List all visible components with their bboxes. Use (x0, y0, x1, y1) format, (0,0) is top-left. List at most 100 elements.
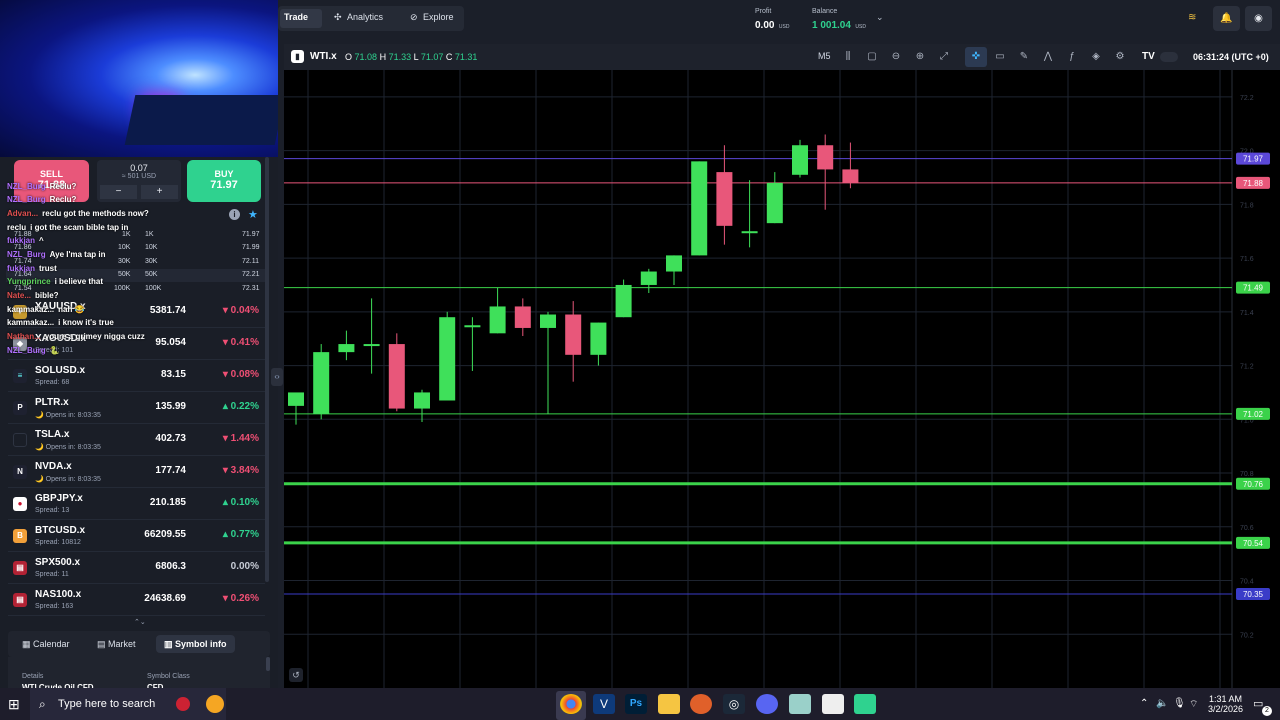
file-explorer-icon[interactable] (658, 694, 680, 714)
trading-app-icon[interactable] (854, 694, 876, 714)
symbol-change-value: 0.10% (230, 497, 259, 508)
symbol-row[interactable]: B BTCUSD.x Spread: 10812 66209.55 ▴ 0.77… (8, 520, 265, 552)
chat-text: nah 😂 (58, 305, 85, 314)
symbol-change-value: 0.22% (230, 401, 259, 412)
expand-list-icon[interactable]: ⌃⌄ (134, 618, 146, 626)
notifications-bell-icon[interactable]: 🔔 (1213, 6, 1240, 31)
price-chart[interactable]: 72.272.071.871.671.471.271.070.870.670.4… (284, 44, 1280, 688)
zoom-in-icon[interactable]: ⊕ (914, 51, 926, 63)
horizontal-line-icon[interactable]: ▭ (994, 51, 1006, 63)
photoshop-icon[interactable]: Ps (625, 694, 647, 714)
y-tick-label: 71.2 (1240, 364, 1254, 371)
profit-value: 0.00 (755, 20, 775, 31)
volume-icon[interactable]: 🔈 (1156, 698, 1168, 709)
chat-text: bible? (35, 291, 59, 300)
symbol-subtitle: Spread: 163 (35, 603, 74, 610)
zoom-out-icon[interactable]: ⊖ (890, 51, 902, 63)
calendar-icon: ▦ (22, 639, 34, 649)
candle-body (640, 271, 657, 285)
chart-area[interactable]: 72.2 72.0 71.8 71.6 71.4 71.2 71.0 70.8 70.6 70.4… (284, 44, 1280, 688)
candle-body (439, 317, 456, 401)
chat-user: Nathan... (7, 332, 41, 341)
candle-body (464, 325, 481, 328)
candle-body (666, 255, 682, 272)
balance-dropdown-icon[interactable]: ⌄ (876, 12, 884, 23)
tab-calendar[interactable]: ▦ Calendar (14, 635, 78, 653)
chrome-icon[interactable] (560, 694, 582, 714)
crosshair-box-icon[interactable]: ▢ (866, 51, 878, 63)
close-label: C (445, 52, 453, 62)
chat-text: trust (39, 264, 57, 273)
windows-start-icon[interactable]: ⊞ (8, 696, 20, 713)
vscode-icon[interactable]: V (593, 694, 615, 714)
chat-message: Nathan... youre a grimey nigga cuzz (7, 332, 145, 341)
symbol-change-value: 0.77% (230, 529, 259, 540)
tab-trade[interactable]: Trade (284, 12, 308, 22)
balance-box[interactable]: Balance 1 001.04 USD (812, 8, 866, 33)
profile-icon[interactable]: ◉ (1245, 6, 1272, 31)
symbol-subtitle: Spread: 10812 (35, 539, 81, 546)
profit-unit: USD (778, 24, 790, 30)
symbol-row[interactable]: ▤ NAS100.x Spread: 163 24638.69 ▾ 0.26% (8, 584, 265, 616)
symbol-price: 24638.69 (144, 593, 186, 604)
app-icon[interactable] (789, 694, 811, 714)
symbol-row[interactable]: P PLTR.x 🌙 Opens in: 8:03:35 135.99 ▴ 0.… (8, 392, 265, 424)
chart-symbol[interactable]: WTI.x (310, 51, 337, 62)
microphone-icon[interactable]: 🎙 (1173, 698, 1186, 709)
taskbar-search[interactable]: ⌕ Type here to search (30, 688, 226, 720)
chat-user: NZL_Burg (7, 250, 46, 259)
y-tick-label: 70.6 (1240, 525, 1254, 532)
symbol-price: 135.99 (155, 401, 186, 412)
discord-icon[interactable] (756, 694, 778, 714)
low-value: 71.07 (420, 52, 444, 62)
symbol-change: ▴ 0.77% (223, 529, 259, 540)
candle-body (565, 314, 582, 355)
pencil-icon[interactable]: ✎ (1018, 51, 1030, 63)
show-hidden-icons[interactable]: ⌃ (1140, 698, 1148, 709)
scrollbar[interactable] (265, 157, 269, 582)
fullscreen-icon[interactable]: ⤢ (938, 51, 950, 63)
symbol-change: ▾ 0.26% (223, 593, 259, 604)
network-icon[interactable]: ⌔ (1189, 698, 1198, 711)
lot-value[interactable]: 0.07 (97, 163, 181, 173)
tab-explore[interactable]: Explore (423, 12, 454, 22)
steam-icon[interactable]: ◎ (723, 694, 745, 714)
crosshair-icon[interactable]: ✜ (970, 51, 982, 63)
chat-user: Advan... (7, 209, 39, 218)
candle-body (590, 322, 607, 355)
game-launcher-icon[interactable] (690, 694, 712, 714)
symbol-row[interactable]: ● GBPJPY.x Spread: 13 210.185 ▴ 0.10% (8, 488, 265, 520)
timeframe-selector[interactable]: M5 (818, 51, 831, 61)
settings-gear-icon[interactable]: ⚙ (1114, 51, 1126, 63)
symbol-details: Details WTI Crude Oil CFD Symbol Class C… (8, 657, 270, 692)
tab-analytics[interactable]: Analytics (347, 12, 383, 22)
symbol-row[interactable]: ▤ SPX500.x Spread: 11 6806.3 0.00% (8, 552, 265, 584)
layers-icon[interactable]: ◈ (1090, 51, 1102, 63)
details-scrollbar[interactable] (266, 657, 270, 671)
profit-label: Profit (755, 8, 772, 15)
candle-type-icon[interactable]: ⫼ (842, 51, 854, 63)
symbol-row[interactable]: ≡ SOLUSD.x Spread: 68 83.15 ▾ 0.08% (8, 360, 265, 392)
candle-body (766, 182, 783, 224)
pattern-icon[interactable]: ⋀ (1042, 51, 1054, 63)
symbol-subtitle: Spread: 68 (35, 379, 70, 386)
app-icon[interactable] (822, 694, 844, 714)
symbol-row[interactable]: TSLA.x 🌙 Opens in: 8:03:35 402.73 ▾ 1.44… (8, 424, 265, 456)
chart-toolbar: ▮ WTI.x O 71.08 H 71.33 L 71.07 C 71.31 … (284, 44, 1280, 70)
symbol-price: 210.185 (149, 497, 186, 508)
tab-market[interactable]: ▤ Market (89, 635, 144, 653)
taskbar-clock[interactable]: 1:31 AM 3/2/2026 (1208, 694, 1243, 714)
search-highlight-icon (206, 695, 224, 713)
collapse-panel-icon[interactable]: ‹› (271, 368, 283, 386)
toggle-switch[interactable] (1160, 52, 1178, 62)
balance-label: Balance (812, 8, 838, 15)
webcam-overlay (0, 0, 278, 157)
reset-chart-icon[interactable]: ↺ (289, 668, 303, 682)
symbol-row[interactable]: N NVDA.x 🌙 Opens in: 8:03:35 177.74 ▾ 3.… (8, 456, 265, 488)
lot-usd-value: ≈ 501 USD (121, 173, 157, 180)
indicator-icon[interactable]: ƒ (1066, 51, 1078, 63)
chat-user: reclu (7, 223, 27, 232)
tab-symbol-info[interactable]: ▥ Symbol info (156, 635, 235, 653)
chat-message: fukkjan trust (7, 264, 57, 273)
candle-body (388, 344, 405, 409)
